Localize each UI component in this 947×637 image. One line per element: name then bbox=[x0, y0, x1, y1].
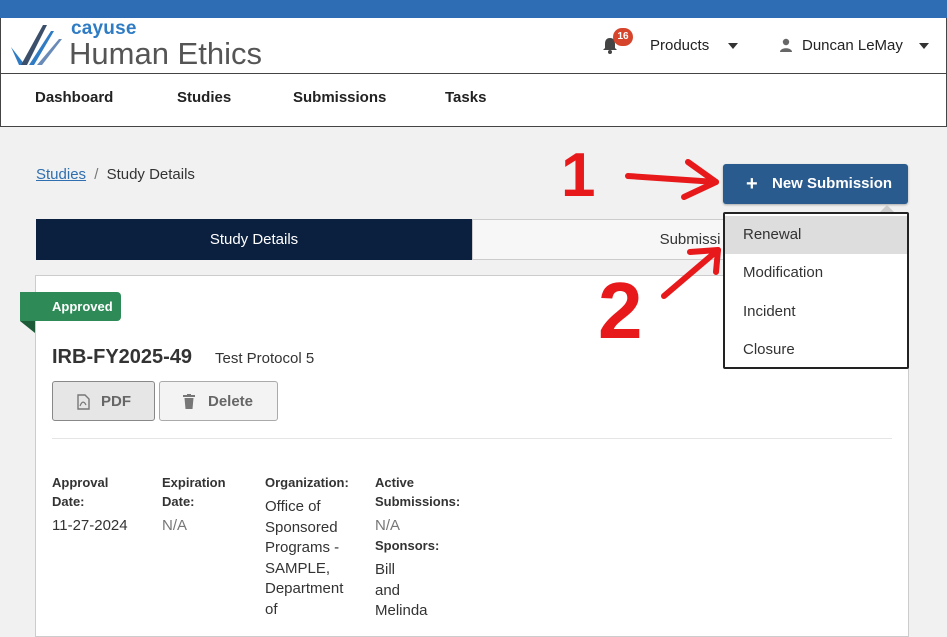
products-chevron-down-icon[interactable] bbox=[728, 43, 738, 49]
app-header: cayuse Human Ethics 16 Products Duncan L… bbox=[0, 18, 947, 74]
pdf-button[interactable]: PDF bbox=[52, 381, 155, 421]
tab-study-details[interactable]: Study Details bbox=[36, 219, 472, 260]
sponsors-label: Sponsors: bbox=[375, 538, 440, 553]
active-submissions-value: N/A bbox=[375, 517, 401, 534]
sponsors-value: Bill and Melinda bbox=[375, 561, 428, 619]
active-submissions-label: Active Submissions: bbox=[375, 475, 461, 509]
new-submission-button[interactable]: + New Submission bbox=[723, 164, 908, 204]
breadcrumb: Studies / Study Details bbox=[36, 166, 195, 183]
menu-item-closure[interactable]: Closure bbox=[725, 331, 907, 369]
menu-item-renewal[interactable]: Renewal bbox=[725, 216, 907, 254]
brand-name-large: Human Ethics bbox=[69, 36, 262, 71]
breadcrumb-separator: / bbox=[94, 166, 99, 183]
nav-item-dashboard[interactable]: Dashboard bbox=[35, 89, 113, 106]
user-icon bbox=[780, 38, 792, 52]
new-submission-menu: Renewal Modification Incident Closure bbox=[723, 212, 909, 369]
menu-item-incident[interactable]: Incident bbox=[725, 293, 907, 331]
main-nav: Dashboard Studies Submissions Tasks bbox=[0, 74, 947, 127]
pdf-file-icon bbox=[77, 394, 90, 410]
organization-value: Office of Sponsored Programs - SAMPLE, D… bbox=[265, 498, 344, 618]
menu-item-modification[interactable]: Modification bbox=[725, 254, 907, 292]
notification-count-badge[interactable]: 16 bbox=[613, 28, 633, 46]
pdf-button-label: PDF bbox=[101, 393, 131, 410]
annotation-arrowhead-1-icon bbox=[681, 159, 719, 200]
expiration-date-value: N/A bbox=[162, 517, 188, 534]
cayuse-logo-icon bbox=[11, 25, 62, 65]
status-badge: Approved bbox=[20, 292, 121, 321]
protocol-title: Test Protocol 5 bbox=[215, 350, 315, 367]
approval-date-label: Approval Date: bbox=[52, 475, 109, 509]
breadcrumb-studies-link[interactable]: Studies bbox=[36, 166, 86, 183]
new-submission-label: New Submission bbox=[772, 175, 893, 192]
protocol-id: IRB-FY2025-49 bbox=[52, 346, 193, 368]
section-divider bbox=[52, 438, 892, 439]
approval-date-value: 11-27-2024 bbox=[52, 517, 128, 534]
nav-item-submissions[interactable]: Submissions bbox=[293, 89, 386, 106]
nav-item-studies[interactable]: Studies bbox=[177, 89, 231, 106]
top-accent-bar bbox=[0, 0, 947, 18]
annotation-arrow-1-icon bbox=[625, 173, 719, 185]
delete-button[interactable]: Delete bbox=[159, 381, 278, 421]
organization-label: Organization: bbox=[265, 475, 349, 490]
expiration-date-label: Expiration Date: bbox=[162, 475, 226, 509]
trash-icon bbox=[183, 394, 195, 409]
nav-item-tasks[interactable]: Tasks bbox=[445, 89, 486, 106]
status-badge-fold bbox=[20, 321, 35, 333]
plus-icon: + bbox=[746, 173, 758, 195]
annotation-step-1: 1 bbox=[561, 141, 595, 210]
products-menu[interactable]: Products bbox=[650, 37, 709, 54]
user-chevron-down-icon[interactable] bbox=[919, 43, 929, 49]
user-menu[interactable]: Duncan LeMay bbox=[802, 37, 903, 54]
delete-button-label: Delete bbox=[208, 393, 254, 410]
breadcrumb-current: Study Details bbox=[106, 166, 195, 183]
